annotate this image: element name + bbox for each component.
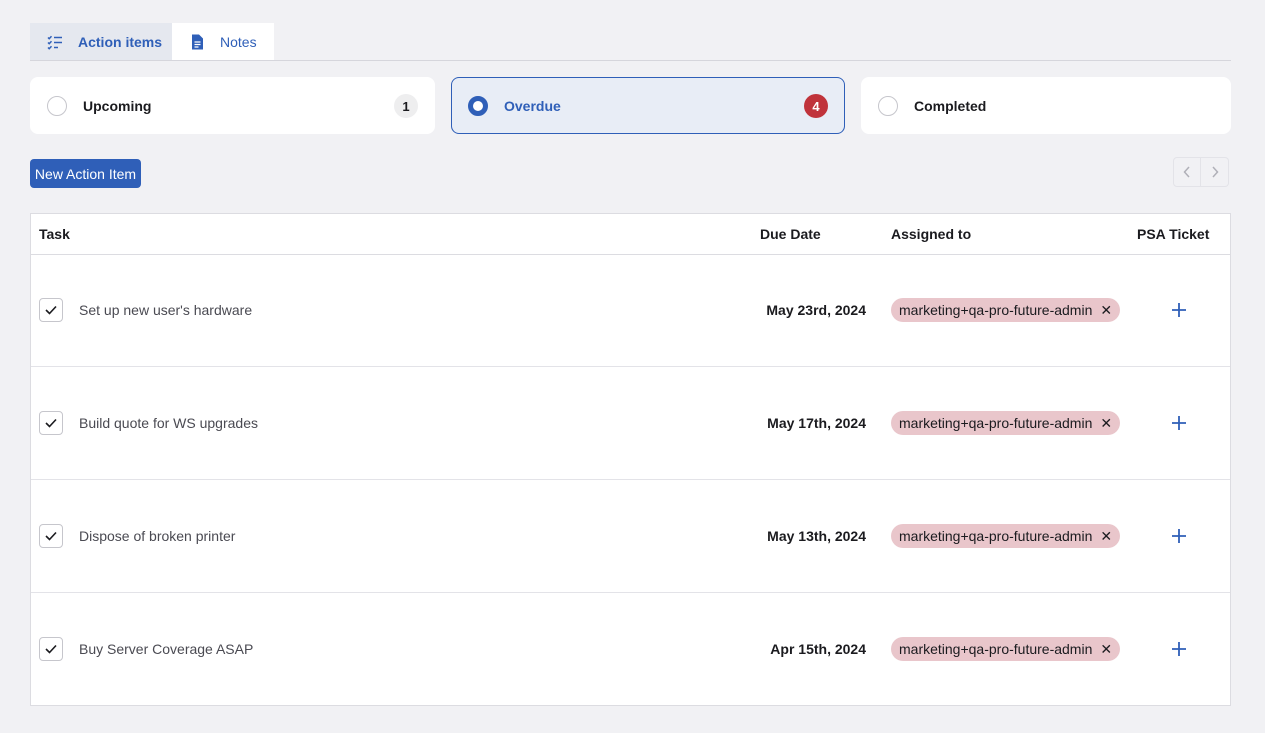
assignee-chip: marketing+qa-pro-future-admin ✕ — [891, 637, 1121, 661]
due-date: May 17th, 2024 — [767, 415, 866, 431]
header-task: Task — [39, 226, 70, 242]
task-name[interactable]: Buy Server Coverage ASAP — [79, 641, 253, 657]
assignee-name: marketing+qa-pro-future-admin — [899, 528, 1093, 544]
filter-overdue-label: Overdue — [504, 98, 561, 114]
radio-upcoming[interactable] — [47, 96, 67, 116]
add-psa-ticket-icon[interactable] — [1170, 301, 1188, 319]
complete-checkbox[interactable] — [39, 411, 63, 435]
overdue-count-badge: 4 — [804, 94, 828, 118]
radio-completed[interactable] — [878, 96, 898, 116]
complete-checkbox[interactable] — [39, 298, 63, 322]
assignee-name: marketing+qa-pro-future-admin — [899, 641, 1093, 657]
add-psa-ticket-icon[interactable] — [1170, 527, 1188, 545]
tab-bar: Action items Notes — [30, 23, 1231, 61]
task-list-icon — [46, 33, 64, 51]
tab-action-items-label: Action items — [78, 33, 163, 50]
complete-checkbox[interactable] — [39, 524, 63, 548]
document-icon — [188, 33, 206, 51]
due-date: May 13th, 2024 — [767, 528, 866, 544]
assignee-chip: marketing+qa-pro-future-admin ✕ — [891, 298, 1121, 322]
table-row: Dispose of broken printer May 13th, 2024… — [31, 480, 1230, 593]
due-date: May 23rd, 2024 — [766, 302, 866, 318]
header-psa-ticket: PSA Ticket — [1137, 226, 1210, 242]
remove-assignee-icon[interactable]: ✕ — [1100, 642, 1112, 656]
checkmark-icon — [45, 305, 57, 315]
filter-completed[interactable]: Completed — [861, 77, 1231, 134]
tab-notes-label: Notes — [220, 33, 257, 50]
remove-assignee-icon[interactable]: ✕ — [1100, 303, 1112, 317]
next-page-button[interactable] — [1201, 157, 1229, 187]
filter-completed-label: Completed — [914, 98, 987, 114]
filter-overdue[interactable]: Overdue 4 — [451, 77, 845, 134]
prev-page-button[interactable] — [1173, 157, 1201, 187]
remove-assignee-icon[interactable]: ✕ — [1100, 529, 1112, 543]
filter-upcoming-label: Upcoming — [83, 98, 152, 114]
table-row: Build quote for WS upgrades May 17th, 20… — [31, 367, 1230, 480]
chevron-right-icon — [1211, 166, 1219, 178]
table-header: Task Due Date Assigned to PSA Ticket — [31, 214, 1230, 255]
task-name[interactable]: Set up new user's hardware — [79, 302, 252, 318]
table-row: Set up new user's hardware May 23rd, 202… — [31, 254, 1230, 367]
checkmark-icon — [45, 418, 57, 428]
chevron-left-icon — [1183, 166, 1190, 178]
task-name[interactable]: Build quote for WS upgrades — [79, 415, 258, 431]
upcoming-count-badge: 1 — [394, 94, 418, 118]
header-due-date: Due Date — [760, 226, 821, 242]
remove-assignee-icon[interactable]: ✕ — [1100, 416, 1112, 430]
task-name[interactable]: Dispose of broken printer — [79, 528, 235, 544]
table-row: Buy Server Coverage ASAP Apr 15th, 2024 … — [31, 593, 1230, 706]
assignee-chip: marketing+qa-pro-future-admin ✕ — [891, 411, 1121, 435]
assignee-name: marketing+qa-pro-future-admin — [899, 302, 1093, 318]
tab-action-items[interactable]: Action items — [30, 23, 172, 60]
filter-upcoming[interactable]: Upcoming 1 — [30, 77, 435, 134]
checkmark-icon — [45, 644, 57, 654]
new-action-item-button[interactable]: New Action Item — [30, 159, 141, 188]
action-items-table: Task Due Date Assigned to PSA Ticket Set… — [30, 213, 1231, 706]
header-assigned-to: Assigned to — [891, 226, 972, 242]
assignee-name: marketing+qa-pro-future-admin — [899, 415, 1093, 431]
checkmark-icon — [45, 531, 57, 541]
complete-checkbox[interactable] — [39, 637, 63, 661]
add-psa-ticket-icon[interactable] — [1170, 414, 1188, 432]
assignee-chip: marketing+qa-pro-future-admin ✕ — [891, 524, 1121, 548]
add-psa-ticket-icon[interactable] — [1170, 640, 1188, 658]
due-date: Apr 15th, 2024 — [770, 641, 866, 657]
radio-overdue[interactable] — [468, 96, 488, 116]
tab-notes[interactable]: Notes — [172, 23, 274, 60]
